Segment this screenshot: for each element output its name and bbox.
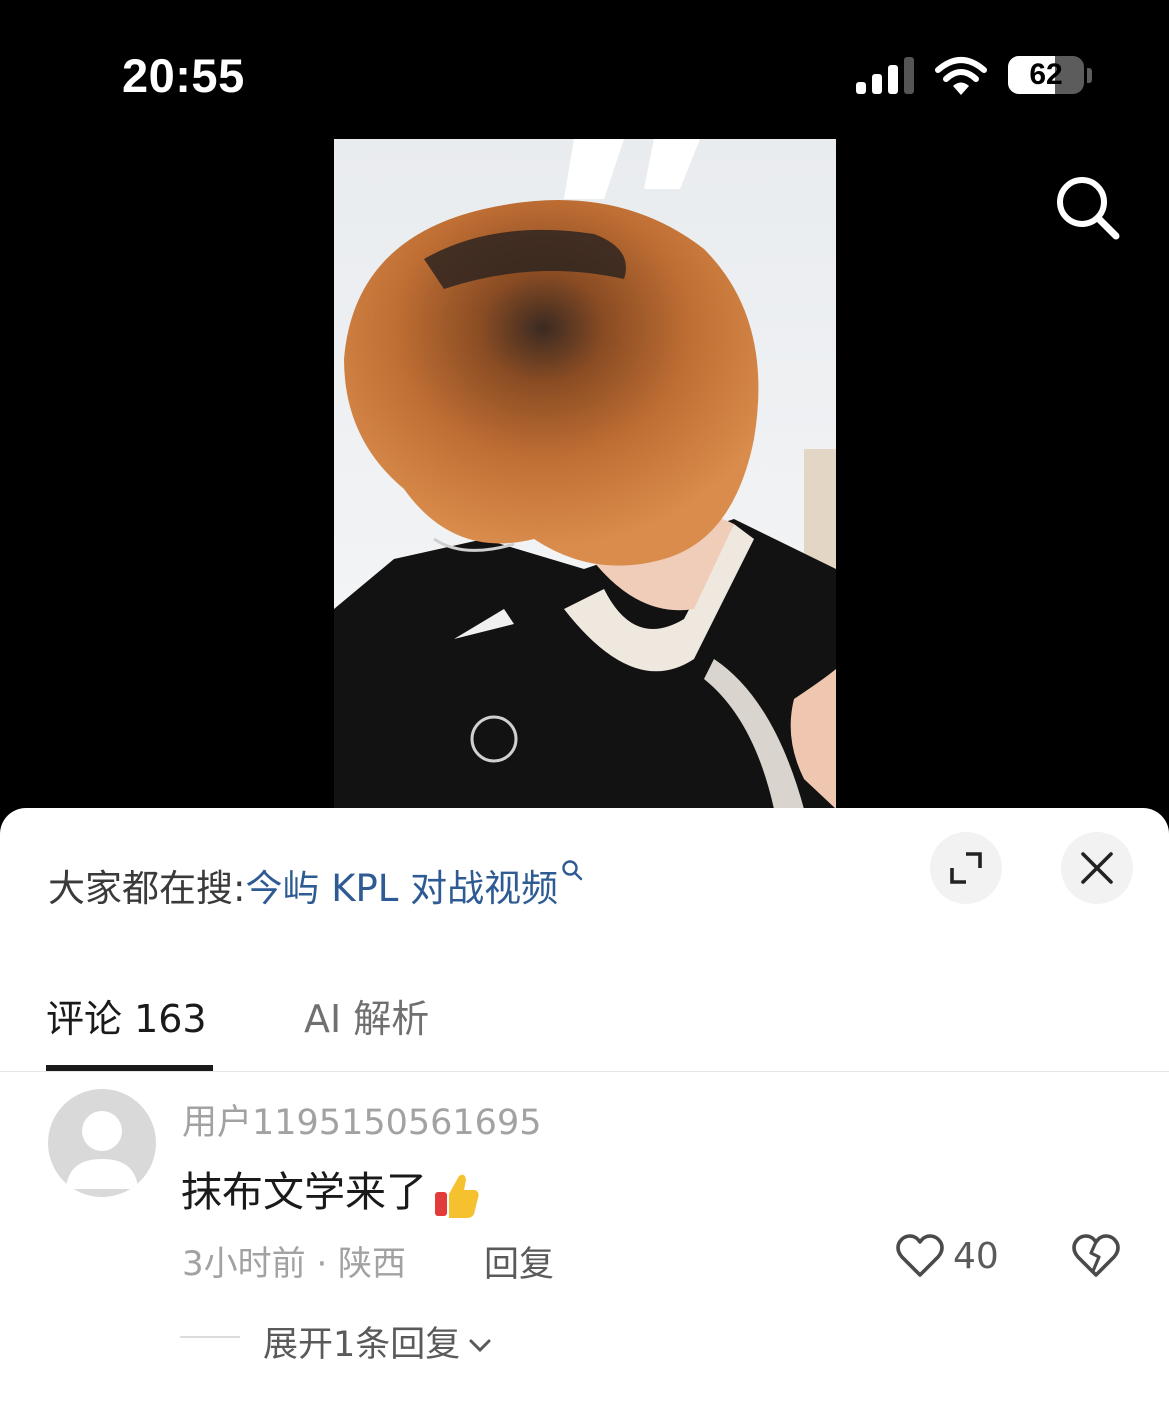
comment-body: 抹布文学来了	[181, 1158, 481, 1220]
wifi-icon	[935, 57, 987, 95]
divider	[180, 1336, 240, 1338]
expand-replies-label: 展开1条回复	[263, 1325, 461, 1365]
signal-icon	[856, 57, 914, 94]
search-icon	[562, 860, 583, 881]
search-icon[interactable]	[1052, 172, 1122, 242]
broken-heart-icon[interactable]	[1071, 1233, 1121, 1279]
comment-username[interactable]: 用户1195150561695	[182, 1094, 542, 1145]
close-button[interactable]	[1061, 832, 1133, 904]
video-frame[interactable]	[334, 139, 836, 809]
avatar-placeholder-icon	[66, 1111, 138, 1189]
comment-meta: 3小时前 · 陕西	[182, 1244, 407, 1284]
search-suggestion[interactable]: 大家都在搜:今屿 KPL 对战视频	[48, 858, 584, 912]
tab-comments[interactable]: 评论 163	[46, 988, 207, 1043]
status-time: 20:55	[122, 49, 245, 102]
expand-icon	[950, 852, 982, 884]
divider	[0, 1071, 1169, 1072]
chevron-down-icon	[469, 1339, 491, 1353]
thumbs-up-emoji	[435, 1174, 479, 1218]
battery-icon: 62	[1008, 56, 1084, 94]
like-count: 40	[953, 1236, 999, 1277]
tab-ai-analysis[interactable]: AI 解析	[304, 988, 429, 1043]
heart-icon[interactable]	[895, 1233, 945, 1279]
battery-cap	[1087, 68, 1092, 83]
battery-level: 62	[1029, 58, 1063, 91]
avatar[interactable]	[48, 1089, 156, 1197]
search-suggestion-keyword[interactable]: 今屿 KPL 对战视频	[245, 867, 558, 910]
comment-text: 抹布文学来了	[181, 1168, 427, 1216]
expand-button[interactable]	[930, 832, 1002, 904]
expand-replies-button[interactable]: 展开1条回复	[263, 1316, 492, 1367]
close-icon	[1081, 852, 1113, 884]
search-suggestion-label: 大家都在搜:	[48, 867, 246, 910]
reply-button[interactable]: 回复	[484, 1236, 554, 1287]
